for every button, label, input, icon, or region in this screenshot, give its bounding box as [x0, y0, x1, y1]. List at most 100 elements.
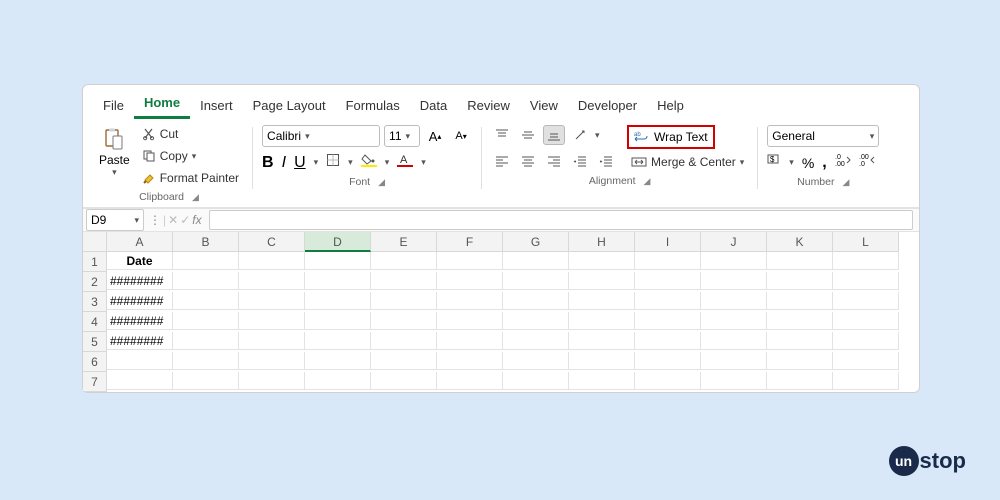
- tab-page-layout[interactable]: Page Layout: [243, 94, 336, 119]
- cell[interactable]: [569, 272, 635, 290]
- cell[interactable]: [371, 332, 437, 350]
- fill-color-button[interactable]: [361, 153, 377, 172]
- font-name-select[interactable]: Calibri▾: [262, 125, 380, 147]
- row-header[interactable]: 2: [83, 272, 107, 292]
- cell[interactable]: [569, 292, 635, 310]
- merge-center-button[interactable]: Merge & Center ▾: [627, 153, 748, 171]
- cell[interactable]: [701, 272, 767, 290]
- column-header[interactable]: I: [635, 232, 701, 252]
- cell[interactable]: [635, 292, 701, 310]
- orientation-button[interactable]: [569, 125, 591, 145]
- cell[interactable]: [371, 372, 437, 390]
- cell[interactable]: [173, 272, 239, 290]
- cell[interactable]: [833, 252, 899, 270]
- cell[interactable]: [437, 352, 503, 370]
- column-header[interactable]: J: [701, 232, 767, 252]
- bold-button[interactable]: B: [262, 154, 274, 172]
- font-color-button[interactable]: A: [397, 153, 413, 172]
- cell[interactable]: [107, 372, 173, 390]
- row-header[interactable]: 5: [83, 332, 107, 352]
- cell[interactable]: [701, 372, 767, 390]
- borders-button[interactable]: [326, 153, 340, 172]
- cell[interactable]: [371, 312, 437, 330]
- increase-indent-button[interactable]: [595, 151, 617, 171]
- cell[interactable]: [305, 332, 371, 350]
- cell[interactable]: [569, 352, 635, 370]
- wrap-text-button[interactable]: ab Wrap Text: [627, 125, 715, 149]
- cell[interactable]: [305, 252, 371, 270]
- dialog-launcher-icon[interactable]: ◢: [843, 177, 850, 188]
- cell[interactable]: [503, 312, 569, 330]
- cell[interactable]: [833, 352, 899, 370]
- cell[interactable]: [767, 252, 833, 270]
- cell[interactable]: [767, 272, 833, 290]
- cell[interactable]: [503, 272, 569, 290]
- cell[interactable]: [767, 332, 833, 350]
- cell[interactable]: [767, 292, 833, 310]
- column-header[interactable]: D: [305, 232, 371, 252]
- cell[interactable]: [371, 352, 437, 370]
- cell[interactable]: [569, 332, 635, 350]
- cell[interactable]: [503, 352, 569, 370]
- column-header[interactable]: K: [767, 232, 833, 252]
- cell[interactable]: [701, 252, 767, 270]
- number-format-select[interactable]: General▾: [767, 125, 879, 147]
- tab-insert[interactable]: Insert: [190, 94, 243, 119]
- column-header[interactable]: F: [437, 232, 503, 252]
- cell[interactable]: [437, 332, 503, 350]
- cell[interactable]: [305, 312, 371, 330]
- column-header[interactable]: H: [569, 232, 635, 252]
- cell[interactable]: [305, 352, 371, 370]
- cell[interactable]: [635, 272, 701, 290]
- cell[interactable]: [239, 372, 305, 390]
- row-header[interactable]: 3: [83, 292, 107, 312]
- tab-review[interactable]: Review: [457, 94, 520, 119]
- decrease-decimal-button[interactable]: .00.0: [859, 153, 875, 172]
- cell[interactable]: [371, 292, 437, 310]
- cell[interactable]: [701, 352, 767, 370]
- name-box[interactable]: D9▾: [86, 209, 144, 231]
- cell[interactable]: ########: [107, 272, 173, 290]
- cell[interactable]: [833, 272, 899, 290]
- enter-icon[interactable]: ✓: [180, 213, 190, 227]
- cell[interactable]: [503, 372, 569, 390]
- tab-formulas[interactable]: Formulas: [336, 94, 410, 119]
- align-middle-button[interactable]: [517, 125, 539, 145]
- cell[interactable]: [239, 352, 305, 370]
- column-header[interactable]: E: [371, 232, 437, 252]
- row-header[interactable]: 4: [83, 312, 107, 332]
- align-left-button[interactable]: [491, 151, 513, 171]
- tab-view[interactable]: View: [520, 94, 568, 119]
- tab-developer[interactable]: Developer: [568, 94, 647, 119]
- dialog-launcher-icon[interactable]: ◢: [644, 176, 651, 187]
- cell[interactable]: [305, 292, 371, 310]
- tab-help[interactable]: Help: [647, 94, 694, 119]
- tab-data[interactable]: Data: [410, 94, 457, 119]
- cell[interactable]: [767, 352, 833, 370]
- cell[interactable]: [371, 252, 437, 270]
- cell[interactable]: [437, 272, 503, 290]
- cell[interactable]: [173, 372, 239, 390]
- cell[interactable]: [503, 332, 569, 350]
- options-icon[interactable]: ⋮: [149, 213, 161, 227]
- align-center-button[interactable]: [517, 151, 539, 171]
- format-painter-button[interactable]: Format Painter: [138, 169, 243, 187]
- cell[interactable]: ########: [107, 312, 173, 330]
- cell[interactable]: [239, 312, 305, 330]
- font-size-select[interactable]: 11▾: [384, 125, 420, 147]
- cell[interactable]: [239, 292, 305, 310]
- dialog-launcher-icon[interactable]: ◢: [378, 177, 385, 188]
- cell[interactable]: [833, 332, 899, 350]
- cell[interactable]: [767, 312, 833, 330]
- fx-label[interactable]: fx: [192, 213, 201, 227]
- cell[interactable]: [437, 292, 503, 310]
- increase-decimal-button[interactable]: .0.00: [835, 153, 851, 172]
- cell[interactable]: [635, 352, 701, 370]
- cell[interactable]: [173, 292, 239, 310]
- cell[interactable]: [569, 372, 635, 390]
- decrease-indent-button[interactable]: [569, 151, 591, 171]
- cell[interactable]: [503, 292, 569, 310]
- select-all-corner[interactable]: [83, 232, 107, 252]
- cell[interactable]: [437, 312, 503, 330]
- cell[interactable]: [371, 272, 437, 290]
